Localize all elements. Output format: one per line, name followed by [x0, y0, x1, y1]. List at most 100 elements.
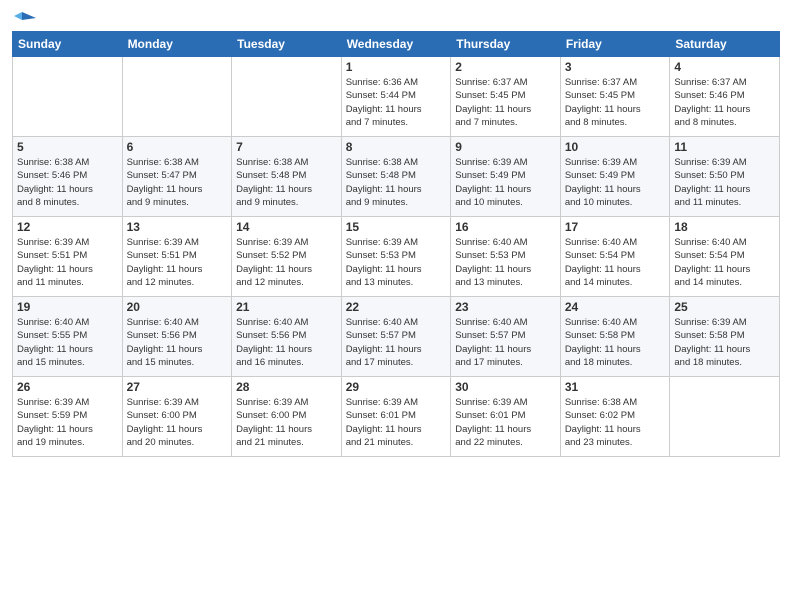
- calendar-cell: 31Sunrise: 6:38 AM Sunset: 6:02 PM Dayli…: [560, 377, 670, 457]
- calendar-cell: 24Sunrise: 6:40 AM Sunset: 5:58 PM Dayli…: [560, 297, 670, 377]
- day-number: 11: [674, 140, 775, 154]
- dow-friday: Friday: [560, 32, 670, 57]
- day-number: 8: [346, 140, 447, 154]
- dow-monday: Monday: [122, 32, 232, 57]
- calendar-cell: 5 Sunrise: 6:38 AM Sunset: 5:46 PM Daylig…: [13, 137, 123, 217]
- day-number: 22: [346, 300, 447, 314]
- calendar-cell: 13 Sunrise: 6:39 AM Sunset: 5:51 PM Dayli…: [122, 217, 232, 297]
- day-number: 10: [565, 140, 666, 154]
- week-row-2: 5 Sunrise: 6:38 AM Sunset: 5:46 PM Daylig…: [13, 137, 780, 217]
- calendar-cell: 10Sunrise: 6:39 AM Sunset: 5:49 PM Dayli…: [560, 137, 670, 217]
- day-number: 7: [236, 140, 337, 154]
- calendar-cell: [122, 57, 232, 137]
- week-row-3: 12 Sunrise: 6:39 AM Sunset: 5:51 PM Dayli…: [13, 217, 780, 297]
- calendar-body: 1Sunrise: 6:36 AM Sunset: 5:44 PM Daylig…: [13, 57, 780, 457]
- day-info: Sunrise: 6:40 AM Sunset: 5:56 PM Dayligh…: [127, 316, 228, 369]
- calendar-cell: 25Sunrise: 6:39 AM Sunset: 5:58 PM Dayli…: [670, 297, 780, 377]
- day-number: 23: [455, 300, 556, 314]
- day-number: 26: [17, 380, 118, 394]
- week-row-5: 26 Sunrise: 6:39 AM Sunset: 5:59 PM Dayli…: [13, 377, 780, 457]
- calendar-cell: 28 Sunrise: 6:39 AM Sunset: 6:00 PM Dayli…: [232, 377, 342, 457]
- calendar-cell: 1Sunrise: 6:36 AM Sunset: 5:44 PM Daylig…: [341, 57, 451, 137]
- day-info: Sunrise: 6:38 AM Sunset: 5:46 PM Dayligh…: [17, 156, 118, 209]
- dow-saturday: Saturday: [670, 32, 780, 57]
- page: SundayMondayTuesdayWednesdayThursdayFrid…: [0, 0, 792, 612]
- day-info: Sunrise: 6:36 AM Sunset: 5:44 PM Dayligh…: [346, 76, 447, 129]
- day-info: Sunrise: 6:39 AM Sunset: 5:53 PM Dayligh…: [346, 236, 447, 289]
- calendar-cell: 7 Sunrise: 6:38 AM Sunset: 5:48 PM Daylig…: [232, 137, 342, 217]
- day-number: 3: [565, 60, 666, 74]
- logo: [12, 10, 36, 25]
- day-info: Sunrise: 6:39 AM Sunset: 5:52 PM Dayligh…: [236, 236, 337, 289]
- dow-sunday: Sunday: [13, 32, 123, 57]
- header: [12, 10, 780, 25]
- day-number: 20: [127, 300, 228, 314]
- calendar-table: SundayMondayTuesdayWednesdayThursdayFrid…: [12, 31, 780, 457]
- week-row-1: 1Sunrise: 6:36 AM Sunset: 5:44 PM Daylig…: [13, 57, 780, 137]
- dow-wednesday: Wednesday: [341, 32, 451, 57]
- day-info: Sunrise: 6:38 AM Sunset: 6:02 PM Dayligh…: [565, 396, 666, 449]
- day-info: Sunrise: 6:39 AM Sunset: 5:58 PM Dayligh…: [674, 316, 775, 369]
- day-of-week-header-row: SundayMondayTuesdayWednesdayThursdayFrid…: [13, 32, 780, 57]
- day-number: 18: [674, 220, 775, 234]
- calendar-cell: [670, 377, 780, 457]
- day-info: Sunrise: 6:38 AM Sunset: 5:47 PM Dayligh…: [127, 156, 228, 209]
- day-info: Sunrise: 6:40 AM Sunset: 5:55 PM Dayligh…: [17, 316, 118, 369]
- day-info: Sunrise: 6:40 AM Sunset: 5:54 PM Dayligh…: [565, 236, 666, 289]
- calendar-cell: 18 Sunrise: 6:40 AM Sunset: 5:54 PM Dayli…: [670, 217, 780, 297]
- day-number: 16: [455, 220, 556, 234]
- day-info: Sunrise: 6:39 AM Sunset: 6:01 PM Dayligh…: [455, 396, 556, 449]
- day-number: 17: [565, 220, 666, 234]
- calendar-cell: 4 Sunrise: 6:37 AM Sunset: 5:46 PM Daylig…: [670, 57, 780, 137]
- calendar-cell: 8Sunrise: 6:38 AM Sunset: 5:48 PM Daylig…: [341, 137, 451, 217]
- dow-tuesday: Tuesday: [232, 32, 342, 57]
- calendar-cell: 12 Sunrise: 6:39 AM Sunset: 5:51 PM Dayli…: [13, 217, 123, 297]
- day-number: 19: [17, 300, 118, 314]
- day-number: 30: [455, 380, 556, 394]
- calendar-cell: 11Sunrise: 6:39 AM Sunset: 5:50 PM Dayli…: [670, 137, 780, 217]
- calendar-cell: [232, 57, 342, 137]
- day-info: Sunrise: 6:40 AM Sunset: 5:57 PM Dayligh…: [346, 316, 447, 369]
- day-number: 27: [127, 380, 228, 394]
- day-info: Sunrise: 6:39 AM Sunset: 5:51 PM Dayligh…: [127, 236, 228, 289]
- day-info: Sunrise: 6:39 AM Sunset: 6:01 PM Dayligh…: [346, 396, 447, 449]
- day-number: 14: [236, 220, 337, 234]
- week-row-4: 19 Sunrise: 6:40 AM Sunset: 5:55 PM Dayli…: [13, 297, 780, 377]
- day-info: Sunrise: 6:37 AM Sunset: 5:45 PM Dayligh…: [455, 76, 556, 129]
- dow-thursday: Thursday: [451, 32, 561, 57]
- calendar-cell: 15 Sunrise: 6:39 AM Sunset: 5:53 PM Dayli…: [341, 217, 451, 297]
- calendar-cell: 30 Sunrise: 6:39 AM Sunset: 6:01 PM Dayli…: [451, 377, 561, 457]
- calendar-cell: 9 Sunrise: 6:39 AM Sunset: 5:49 PM Daylig…: [451, 137, 561, 217]
- day-info: Sunrise: 6:39 AM Sunset: 5:49 PM Dayligh…: [455, 156, 556, 209]
- day-number: 5: [17, 140, 118, 154]
- calendar-cell: 19 Sunrise: 6:40 AM Sunset: 5:55 PM Dayli…: [13, 297, 123, 377]
- day-info: Sunrise: 6:39 AM Sunset: 6:00 PM Dayligh…: [236, 396, 337, 449]
- day-number: 29: [346, 380, 447, 394]
- day-number: 15: [346, 220, 447, 234]
- day-info: Sunrise: 6:37 AM Sunset: 5:46 PM Dayligh…: [674, 76, 775, 129]
- day-number: 13: [127, 220, 228, 234]
- day-number: 12: [17, 220, 118, 234]
- calendar-cell: 21Sunrise: 6:40 AM Sunset: 5:56 PM Dayli…: [232, 297, 342, 377]
- day-info: Sunrise: 6:40 AM Sunset: 5:57 PM Dayligh…: [455, 316, 556, 369]
- calendar-cell: [13, 57, 123, 137]
- calendar-cell: 27 Sunrise: 6:39 AM Sunset: 6:00 PM Dayli…: [122, 377, 232, 457]
- day-number: 9: [455, 140, 556, 154]
- day-info: Sunrise: 6:40 AM Sunset: 5:53 PM Dayligh…: [455, 236, 556, 289]
- calendar-cell: 3 Sunrise: 6:37 AM Sunset: 5:45 PM Daylig…: [560, 57, 670, 137]
- calendar-cell: 2Sunrise: 6:37 AM Sunset: 5:45 PM Daylig…: [451, 57, 561, 137]
- day-info: Sunrise: 6:37 AM Sunset: 5:45 PM Dayligh…: [565, 76, 666, 129]
- day-info: Sunrise: 6:39 AM Sunset: 5:59 PM Dayligh…: [17, 396, 118, 449]
- day-number: 21: [236, 300, 337, 314]
- day-info: Sunrise: 6:38 AM Sunset: 5:48 PM Dayligh…: [236, 156, 337, 209]
- day-number: 4: [674, 60, 775, 74]
- calendar-cell: 17 Sunrise: 6:40 AM Sunset: 5:54 PM Dayli…: [560, 217, 670, 297]
- logo-bird-icon: [14, 10, 36, 28]
- day-info: Sunrise: 6:39 AM Sunset: 6:00 PM Dayligh…: [127, 396, 228, 449]
- calendar-cell: 26 Sunrise: 6:39 AM Sunset: 5:59 PM Dayli…: [13, 377, 123, 457]
- day-info: Sunrise: 6:39 AM Sunset: 5:51 PM Dayligh…: [17, 236, 118, 289]
- day-number: 28: [236, 380, 337, 394]
- day-info: Sunrise: 6:40 AM Sunset: 5:54 PM Dayligh…: [674, 236, 775, 289]
- calendar-cell: 29 Sunrise: 6:39 AM Sunset: 6:01 PM Dayli…: [341, 377, 451, 457]
- calendar-cell: 20 Sunrise: 6:40 AM Sunset: 5:56 PM Dayli…: [122, 297, 232, 377]
